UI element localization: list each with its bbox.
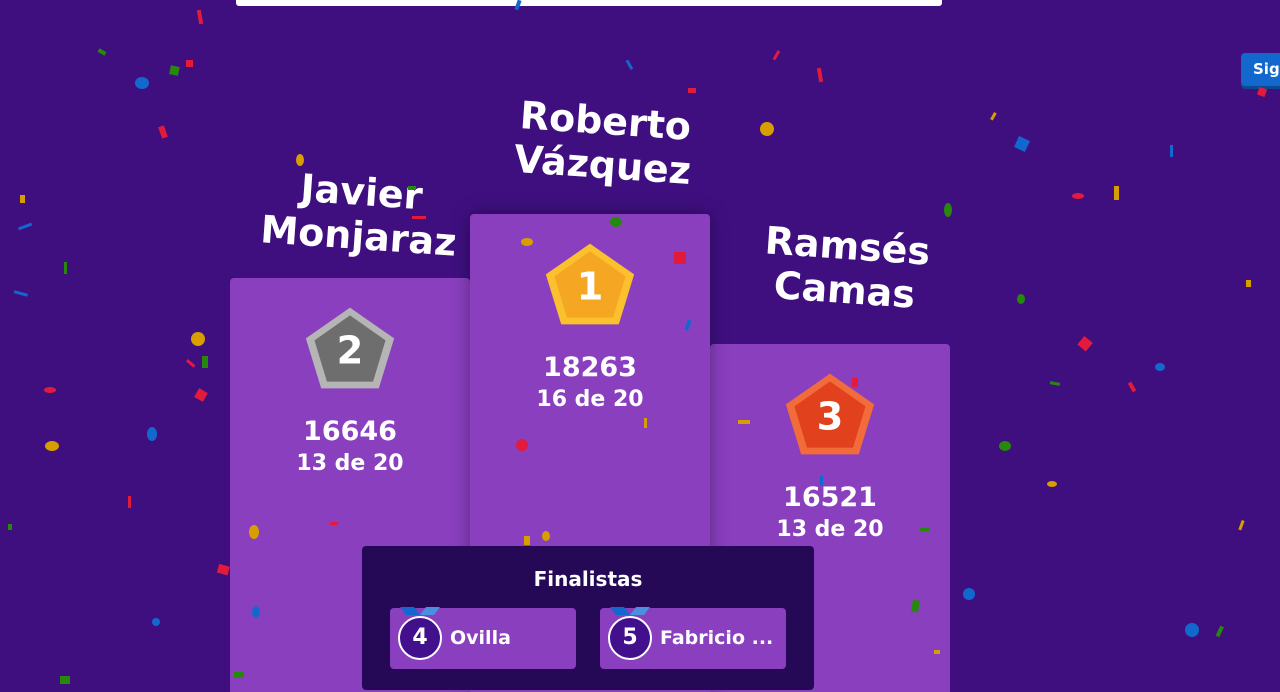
third-place-correct: 13 de 20 bbox=[776, 517, 884, 542]
second-place-name: Javier Monjaraz bbox=[259, 165, 458, 265]
second-place-score: 16646 bbox=[303, 416, 397, 447]
finalist-card: 5 Fabricio ... bbox=[600, 607, 786, 669]
silver-medal-icon: 2 bbox=[305, 307, 395, 389]
finalist-card: 4 Ovilla bbox=[390, 607, 576, 669]
finalists-title: Finalistas bbox=[533, 567, 643, 591]
finalist-rank: 4 bbox=[398, 616, 442, 660]
second-place-correct: 13 de 20 bbox=[296, 451, 404, 476]
medal-rank-label: 1 bbox=[577, 264, 604, 309]
progress-bar bbox=[236, 0, 942, 6]
finalist-name: Fabricio ... bbox=[660, 627, 774, 649]
medal-rank-label: 2 bbox=[337, 328, 364, 373]
first-place-correct: 16 de 20 bbox=[536, 387, 644, 412]
ribbon-icon bbox=[610, 607, 650, 615]
third-place-name: Ramsés Camas bbox=[763, 218, 932, 317]
first-place-name: Roberto Vázquez bbox=[512, 93, 693, 194]
medal-rank-label: 3 bbox=[817, 394, 844, 439]
first-place-score: 18263 bbox=[543, 352, 637, 383]
finalist-rank: 5 bbox=[608, 616, 652, 660]
gold-medal-icon: 1 bbox=[545, 243, 635, 325]
next-button[interactable]: Sig bbox=[1241, 53, 1280, 86]
finalist-name: Ovilla bbox=[450, 627, 511, 649]
third-place-score: 16521 bbox=[783, 482, 877, 513]
finalists-panel: Finalistas 4 Ovilla 5 Fabricio ... bbox=[362, 546, 814, 690]
bronze-medal-icon: 3 bbox=[785, 373, 875, 455]
ribbon-icon bbox=[400, 607, 440, 615]
